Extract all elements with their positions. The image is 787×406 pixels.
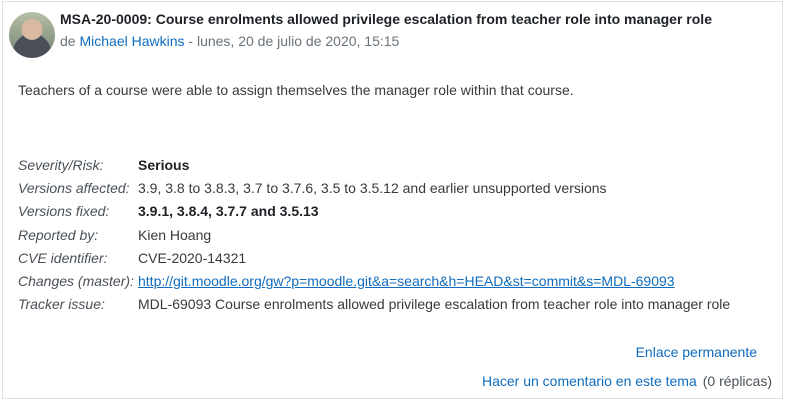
post-byline: de Michael Hawkins - lunes, 20 de julio …: [60, 33, 399, 49]
detail-label: Reported by:: [18, 226, 99, 243]
detail-value: 3.9.1, 3.8.4, 3.7.7 and 3.5.13: [138, 203, 319, 220]
changes-link[interactable]: http://git.moodle.org/gw?p=moodle.git&a=…: [138, 271, 675, 291]
post-title: MSA-20-0009: Course enrolments allowed p…: [60, 11, 712, 27]
author-avatar[interactable]: [9, 12, 55, 58]
detail-label: CVE identifier:: [18, 249, 108, 266]
author-link[interactable]: Michael Hawkins: [79, 33, 184, 49]
reply-area: Hacer un comentario en este tema (0 répli…: [482, 373, 772, 389]
permalink-link[interactable]: Enlace permanente: [636, 344, 757, 360]
post-summary: Teachers of a course were able to assign…: [18, 82, 574, 98]
detail-label: Versions fixed:: [18, 203, 110, 220]
detail-value: Serious: [138, 157, 190, 173]
detail-value: MDL-69093 Course enrolments allowed priv…: [138, 296, 731, 313]
detail-label: Changes (master):: [18, 272, 134, 289]
detail-label: Severity/Risk:: [18, 157, 104, 173]
byline-prefix: de: [60, 33, 76, 49]
detail-value: CVE-2020-14321: [138, 249, 247, 266]
detail-value: 3.9, 3.8 to 3.8.3, 3.7 to 3.7.6, 3.5 to …: [138, 180, 607, 197]
detail-label: Tracker issue:: [18, 296, 105, 313]
detail-label: Versions affected:: [18, 180, 130, 197]
reply-count: (0 réplicas): [702, 373, 772, 389]
post-date: - lunes, 20 de julio de 2020, 15:15: [188, 33, 400, 49]
detail-value: Kien Hoang: [138, 226, 212, 243]
forum-post: MSA-20-0009: Course enrolments allowed p…: [2, 1, 783, 399]
reply-link[interactable]: Hacer un comentario en este tema: [482, 373, 697, 389]
